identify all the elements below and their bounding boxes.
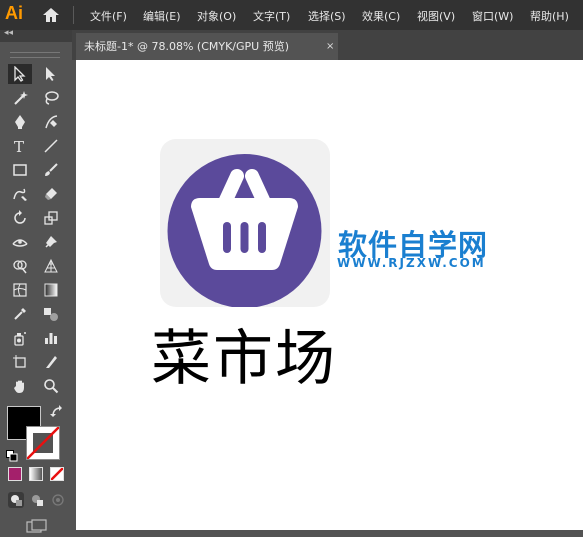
document-tab[interactable]: 未标题-1* @ 78.08% (CMYK/GPU 预览) ×: [76, 33, 338, 60]
panel-header: ◂◂: [0, 28, 72, 42]
curvature-tool-icon[interactable]: [39, 112, 63, 132]
menu-view[interactable]: 视图(V): [417, 8, 455, 24]
svg-text:T: T: [14, 138, 24, 154]
menu-object[interactable]: 对象(O): [197, 8, 236, 24]
gradient-tool-icon[interactable]: [39, 280, 63, 300]
default-colors-icon[interactable]: [6, 447, 18, 466]
draw-normal-button[interactable]: [8, 492, 24, 508]
swap-fill-stroke-icon[interactable]: [50, 404, 64, 423]
hand-tool-icon[interactable]: [8, 376, 32, 396]
slice-tool-icon[interactable]: [39, 352, 63, 372]
home-icon[interactable]: [42, 7, 60, 27]
scale-tool-icon[interactable]: [39, 208, 63, 228]
none-mode-button[interactable]: [50, 467, 64, 481]
basket-logo[interactable]: [160, 139, 330, 307]
blend-tool-icon[interactable]: [39, 304, 63, 324]
shaper-tool-icon[interactable]: [8, 184, 32, 204]
shape-builder-tool-icon[interactable]: [8, 256, 32, 276]
menu-divider: [73, 6, 74, 24]
menu-file[interactable]: 文件(F): [90, 8, 127, 24]
color-mode-button[interactable]: [8, 467, 22, 481]
document-tab-bar: 未标题-1* @ 78.08% (CMYK/GPU 预览) ×: [72, 30, 583, 60]
line-segment-tool-icon[interactable]: [39, 136, 63, 156]
symbol-sprayer-tool-icon[interactable]: [8, 328, 32, 348]
menu-select[interactable]: 选择(S): [308, 8, 346, 24]
gradient-mode-button[interactable]: [29, 467, 43, 481]
column-graph-tool-icon[interactable]: [39, 328, 63, 348]
app-logo: Ai: [5, 3, 23, 23]
menu-edit[interactable]: 编辑(E): [143, 8, 181, 24]
menu-bar: Ai 文件(F) 编辑(E) 对象(O) 文字(T) 选择(S) 效果(C) 视…: [0, 0, 583, 30]
menu-help[interactable]: 帮助(H): [530, 8, 569, 24]
artwork-title-text[interactable]: 菜市场: [151, 310, 337, 397]
rotate-tool-icon[interactable]: [8, 208, 32, 228]
rectangle-tool-icon[interactable]: [8, 160, 32, 180]
selection-tool-icon[interactable]: [8, 64, 32, 84]
paintbrush-tool-icon[interactable]: [39, 160, 63, 180]
type-tool-icon[interactable]: T: [8, 136, 32, 156]
menu-window[interactable]: 窗口(W): [472, 8, 513, 24]
width-tool-icon[interactable]: [8, 232, 32, 252]
menu-effect[interactable]: 效果(C): [362, 8, 400, 24]
watermark-url: WWW.RJZXW.COM: [337, 256, 486, 270]
pen-tool-icon[interactable]: [8, 112, 32, 132]
lasso-tool-icon[interactable]: [39, 88, 63, 108]
mesh-tool-icon[interactable]: [8, 280, 32, 300]
magic-wand-tool-icon[interactable]: [8, 88, 32, 108]
artboard-tool-icon[interactable]: [8, 352, 32, 372]
eraser-tool-icon[interactable]: [39, 184, 63, 204]
draw-inside-button[interactable]: [50, 492, 66, 508]
puppet-warp-tool-icon[interactable]: [39, 232, 63, 252]
document-tab-title: 未标题-1* @ 78.08% (CMYK/GPU 预览): [84, 40, 289, 53]
artboard-canvas[interactable]: 软件自学网 WWW.RJZXW.COM 菜市场: [76, 60, 583, 530]
panel-grip[interactable]: [10, 52, 60, 58]
draw-behind-button[interactable]: [29, 492, 45, 508]
stroke-swatch[interactable]: [26, 426, 60, 460]
collapse-icon[interactable]: ◂◂: [4, 28, 13, 38]
direct-selection-tool-icon[interactable]: [39, 64, 63, 84]
close-icon[interactable]: ×: [326, 33, 334, 60]
eyedropper-tool-icon[interactable]: [8, 304, 32, 324]
menu-type[interactable]: 文字(T): [253, 8, 290, 24]
zoom-tool-icon[interactable]: [39, 376, 63, 396]
perspective-grid-tool-icon[interactable]: [39, 256, 63, 276]
tools-panel: ◂◂ T: [0, 28, 72, 533]
